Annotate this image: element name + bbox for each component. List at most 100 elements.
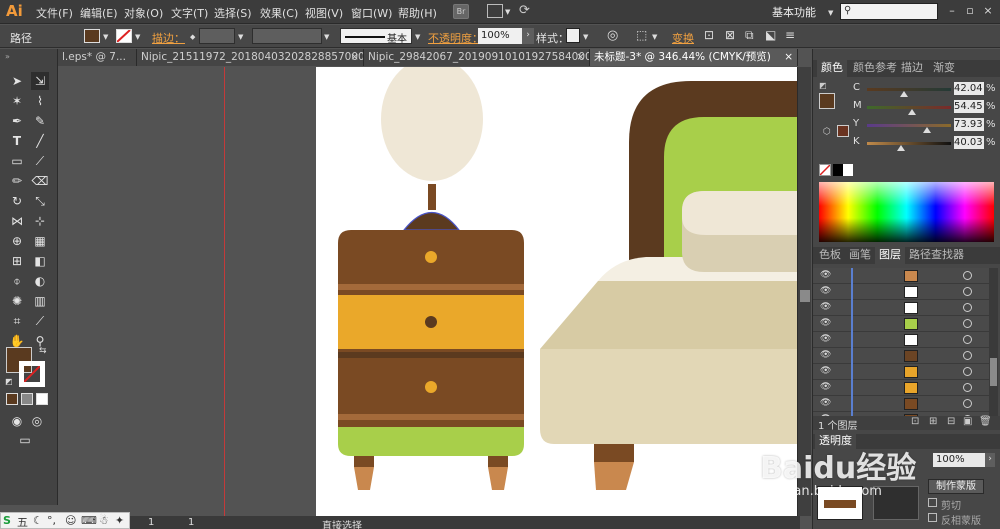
workspace-switcher[interactable]: 基本功能 bbox=[772, 4, 816, 20]
menu-view[interactable]: 视图(V) bbox=[305, 5, 343, 21]
tab-stroke[interactable]: 描边 bbox=[897, 60, 927, 77]
paintbrush-tool-icon[interactable]: ⟋ bbox=[31, 152, 49, 170]
menu-file[interactable]: 文件(F) bbox=[36, 5, 73, 21]
none-mode-icon[interactable] bbox=[36, 393, 48, 405]
close-icon[interactable]: × bbox=[981, 4, 995, 18]
panel-fill-swatch[interactable] bbox=[819, 93, 835, 109]
cyan-slider[interactable]: C 42.04 % bbox=[853, 82, 998, 98]
screen-mode-icon[interactable]: ▭ bbox=[16, 431, 34, 449]
fill-swatch[interactable] bbox=[84, 29, 100, 43]
settings-icon[interactable]: ✦ bbox=[115, 514, 124, 527]
chevron-down-icon[interactable]: ▼ bbox=[828, 9, 833, 17]
draw-behind-icon[interactable]: ◎ bbox=[28, 412, 46, 430]
white-swatch[interactable] bbox=[843, 164, 853, 176]
shape-mode-icon[interactable]: ⧉ bbox=[745, 28, 754, 43]
flip-icon[interactable]: ⊠ bbox=[725, 28, 735, 42]
make-clipping-mask-icon[interactable]: ⊞ bbox=[929, 416, 937, 427]
visibility-eye-icon[interactable]: 👁 bbox=[820, 398, 831, 408]
gradient-mode-icon[interactable] bbox=[21, 393, 33, 405]
transparency-opacity-field[interactable]: 100% bbox=[933, 453, 985, 467]
chevron-down-icon[interactable]: ▼ bbox=[135, 33, 140, 41]
pasteboard[interactable] bbox=[59, 67, 797, 516]
visibility-eye-icon[interactable]: 👁 bbox=[820, 270, 831, 280]
new-sublayer-icon[interactable]: ⊟ bbox=[947, 416, 955, 427]
menu-type[interactable]: 文字(T) bbox=[171, 5, 208, 21]
stroke-swatch[interactable] bbox=[116, 29, 132, 43]
chevron-down-icon[interactable]: ▼ bbox=[583, 33, 588, 41]
path-edit-icon[interactable]: ⬕ bbox=[765, 28, 776, 42]
close-icon[interactable]: × bbox=[576, 49, 585, 65]
black-slider[interactable]: K 40.03 % bbox=[853, 136, 998, 152]
recolor-artwork-icon[interactable]: ◎ bbox=[607, 28, 618, 43]
minimize-icon[interactable]: – bbox=[945, 4, 959, 18]
tab-document-3[interactable]: Nipic_29842067_20190910101927584000.ai* … bbox=[364, 49, 590, 66]
yellow-value[interactable]: 73.93 bbox=[954, 118, 984, 131]
chevron-down-icon[interactable]: ▼ bbox=[238, 33, 243, 41]
moon-icon[interactable]: ☾ bbox=[33, 514, 43, 527]
bridge-button[interactable]: Br bbox=[453, 4, 469, 19]
target-icon[interactable] bbox=[963, 271, 972, 280]
yellow-slider[interactable]: Y 73.93 % bbox=[853, 118, 998, 134]
transform-link[interactable]: 变换 bbox=[672, 30, 694, 46]
slider-knob[interactable] bbox=[923, 127, 931, 133]
clip-checkbox[interactable] bbox=[928, 498, 937, 507]
sogou-icon[interactable]: S bbox=[3, 514, 11, 527]
menu-effect[interactable]: 效果(C) bbox=[260, 5, 298, 21]
blend-tool-icon[interactable]: ◐ bbox=[31, 272, 49, 290]
tab-document-1[interactable]: l.eps* @ 7... bbox=[58, 49, 137, 66]
shape-builder-tool-icon[interactable]: ⊕ bbox=[8, 232, 26, 250]
panel-menu-icon[interactable]: ≡ bbox=[785, 28, 795, 42]
tab-document-active[interactable]: 未标题-3* @ 346.44% (CMYK/预览) × bbox=[590, 49, 798, 66]
eyedropper-tool-icon[interactable]: ⌽ bbox=[8, 272, 26, 290]
out-of-gamut-swatch[interactable] bbox=[837, 125, 849, 137]
menu-window[interactable]: 窗口(W) bbox=[351, 5, 392, 21]
visibility-eye-icon[interactable]: 👁 bbox=[820, 366, 831, 376]
layer-row[interactable]: 👁 bbox=[813, 284, 989, 300]
pen-tool-icon[interactable]: ✒ bbox=[8, 112, 26, 130]
color-spectrum[interactable] bbox=[819, 182, 994, 242]
symbol-sprayer-tool-icon[interactable]: ✺ bbox=[8, 292, 26, 310]
close-icon[interactable]: × bbox=[350, 49, 359, 65]
layer-row[interactable]: 👁 bbox=[813, 268, 989, 284]
visibility-eye-icon[interactable]: 👁 bbox=[820, 318, 831, 328]
menu-help[interactable]: 帮助(H) bbox=[398, 5, 437, 21]
tab-layers[interactable]: 图层 bbox=[875, 247, 905, 264]
slider-track[interactable] bbox=[867, 88, 951, 91]
layer-row[interactable]: 👁 bbox=[813, 332, 989, 348]
maximize-icon[interactable]: ▫ bbox=[963, 4, 977, 18]
chevron-down-icon[interactable]: ▼ bbox=[103, 33, 108, 41]
target-icon[interactable] bbox=[963, 351, 972, 360]
slider-knob[interactable] bbox=[908, 109, 916, 115]
opacity-arrow-icon[interactable]: › bbox=[985, 453, 995, 467]
target-icon[interactable] bbox=[963, 335, 972, 344]
visibility-eye-icon[interactable]: 👁 bbox=[820, 350, 831, 360]
alert-icon[interactable]: ◩ bbox=[819, 81, 827, 90]
ime-mode-label[interactable]: 五 bbox=[17, 514, 28, 529]
magenta-slider[interactable]: M 54.45 % bbox=[853, 100, 998, 116]
default-colors-icon[interactable]: ◩ bbox=[5, 377, 13, 386]
slider-track[interactable] bbox=[867, 124, 951, 127]
align-icon[interactable]: ⬚ bbox=[636, 28, 647, 42]
opacity-label[interactable]: 不透明度： bbox=[428, 30, 483, 46]
graph-tool-icon[interactable]: ▥ bbox=[31, 292, 49, 310]
tab-gradient[interactable]: 渐变 bbox=[929, 60, 959, 77]
pencil-tool-icon[interactable]: ✏ bbox=[8, 172, 26, 190]
slider-track[interactable] bbox=[867, 142, 951, 145]
visibility-eye-icon[interactable]: 👁 bbox=[820, 334, 831, 344]
close-icon[interactable]: × bbox=[784, 49, 793, 65]
sync-icon[interactable]: ⟳ bbox=[519, 3, 530, 18]
type-tool-icon[interactable]: T bbox=[8, 132, 26, 150]
black-value[interactable]: 40.03 bbox=[954, 136, 984, 149]
emoji-icon[interactable]: ☺ bbox=[65, 514, 76, 527]
menu-object[interactable]: 对象(O) bbox=[124, 5, 163, 21]
target-icon[interactable] bbox=[963, 303, 972, 312]
layer-row[interactable]: 👁 bbox=[813, 364, 989, 380]
free-transform-tool-icon[interactable]: ⊹ bbox=[31, 212, 49, 230]
artboard[interactable] bbox=[316, 67, 797, 516]
none-swatch[interactable] bbox=[819, 164, 831, 176]
make-mask-button[interactable]: 制作蒙版 bbox=[928, 479, 984, 494]
layer-row[interactable]: 👁 bbox=[813, 380, 989, 396]
invert-mask-checkbox[interactable] bbox=[928, 513, 937, 522]
eraser-tool-icon[interactable]: ⌫ bbox=[31, 172, 49, 190]
scrollbar-thumb[interactable] bbox=[800, 290, 810, 302]
